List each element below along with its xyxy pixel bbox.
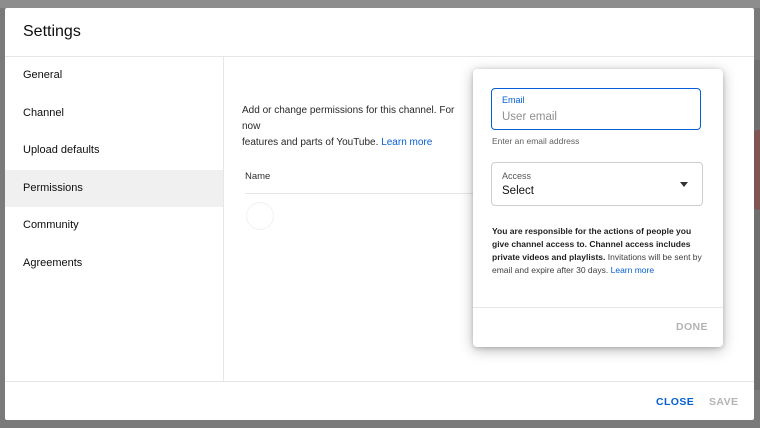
dialog-title: Settings (23, 23, 81, 40)
email-label: Email (502, 95, 525, 105)
description-line-1: Add or change permissions for this chann… (242, 105, 455, 132)
column-header-name: Name (245, 171, 271, 182)
close-button[interactable]: CLOSE (656, 396, 694, 408)
background-page (0, 0, 760, 8)
dialog-footer: CLOSE SAVE (5, 381, 754, 421)
nav-item-channel[interactable]: Channel (5, 95, 223, 133)
access-select[interactable]: Access Select (491, 162, 703, 206)
popup-divider (473, 307, 723, 308)
description-line-2: features and parts of YouTube. (242, 137, 379, 148)
dialog-header: Settings (5, 8, 754, 57)
note-learn-more-link[interactable]: Learn more (611, 265, 654, 275)
email-field[interactable]: Email (491, 88, 701, 130)
email-help-text: Enter an email address (492, 136, 580, 146)
nav-item-permissions[interactable]: Permissions (5, 169, 223, 207)
nav-item-upload-defaults[interactable]: Upload defaults (5, 132, 223, 170)
done-button[interactable]: DONE (676, 321, 708, 333)
table-divider (245, 193, 475, 194)
invite-popup: Email Enter an email address Access Sele… (473, 69, 723, 347)
caret-down-icon (680, 182, 688, 187)
learn-more-link[interactable]: Learn more (381, 137, 432, 148)
nav-item-agreements[interactable]: Agreements (5, 245, 223, 283)
nav-item-community[interactable]: Community (5, 207, 223, 245)
settings-nav: General Channel Upload defaults Permissi… (5, 57, 224, 381)
permissions-description: Add or change permissions for this chann… (242, 103, 472, 151)
email-input[interactable] (501, 109, 693, 125)
access-value: Select (502, 185, 534, 197)
access-label: Access (502, 171, 532, 181)
avatar (246, 202, 274, 230)
save-button[interactable]: SAVE (709, 396, 738, 408)
nav-item-general[interactable]: General (5, 57, 223, 95)
responsibility-note: You are responsible for the actions of p… (492, 225, 706, 277)
